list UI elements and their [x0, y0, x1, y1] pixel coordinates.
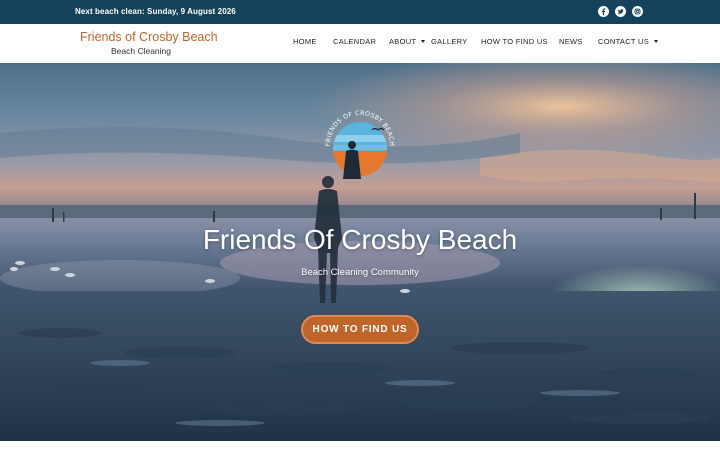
- facebook-icon[interactable]: [598, 6, 609, 17]
- nav-label: HOW TO FIND US: [481, 37, 548, 46]
- hero-banner: FRIENDS OF CROSBY BEACH Friends Of Crosb…: [0, 63, 720, 441]
- page-bottom: [0, 441, 720, 450]
- site-name[interactable]: Friends of Crosby Beach: [80, 30, 218, 45]
- top-bar: Next beach clean: Sunday, 9 August 2026: [0, 0, 720, 24]
- nav-label: NEWS: [559, 37, 583, 46]
- nav-label: HOME: [293, 37, 317, 46]
- nav-home[interactable]: HOME: [293, 24, 317, 63]
- nav-label: ABOUT: [389, 37, 417, 46]
- site-logo: FRIENDS OF CROSBY BEACH: [325, 110, 395, 179]
- nav-news[interactable]: NEWS: [559, 24, 583, 63]
- nav-about[interactable]: ABOUT: [389, 24, 426, 63]
- nav-label: GALLERY: [431, 37, 468, 46]
- nav-contact-us[interactable]: CONTACT US: [598, 24, 659, 63]
- next-clean-notice: Next beach clean: Sunday, 9 August 2026: [75, 7, 236, 16]
- hero-subtitle: Beach Cleaning Community: [301, 267, 419, 278]
- chevron-down-icon: [654, 40, 659, 43]
- site-brand[interactable]: Friends of Crosby Beach Beach Cleaning: [80, 30, 218, 57]
- nav-label: CONTACT US: [598, 37, 650, 46]
- nav-calendar[interactable]: CALENDAR: [333, 24, 376, 63]
- hero-title: Friends Of Crosby Beach: [202, 224, 518, 255]
- how-to-find-us-button[interactable]: HOW TO FIND US: [301, 315, 419, 344]
- nav-gallery[interactable]: GALLERY: [431, 24, 468, 63]
- instagram-icon[interactable]: [632, 6, 643, 17]
- nav-label: CALENDAR: [333, 37, 377, 46]
- twitter-icon[interactable]: [615, 6, 626, 17]
- site-tagline: Beach Cleaning: [110, 46, 171, 56]
- site-header: Friends of Crosby Beach Beach Cleaning H…: [0, 24, 720, 63]
- nav-how-to-find-us[interactable]: HOW TO FIND US: [481, 24, 548, 63]
- chevron-down-icon: [421, 40, 426, 43]
